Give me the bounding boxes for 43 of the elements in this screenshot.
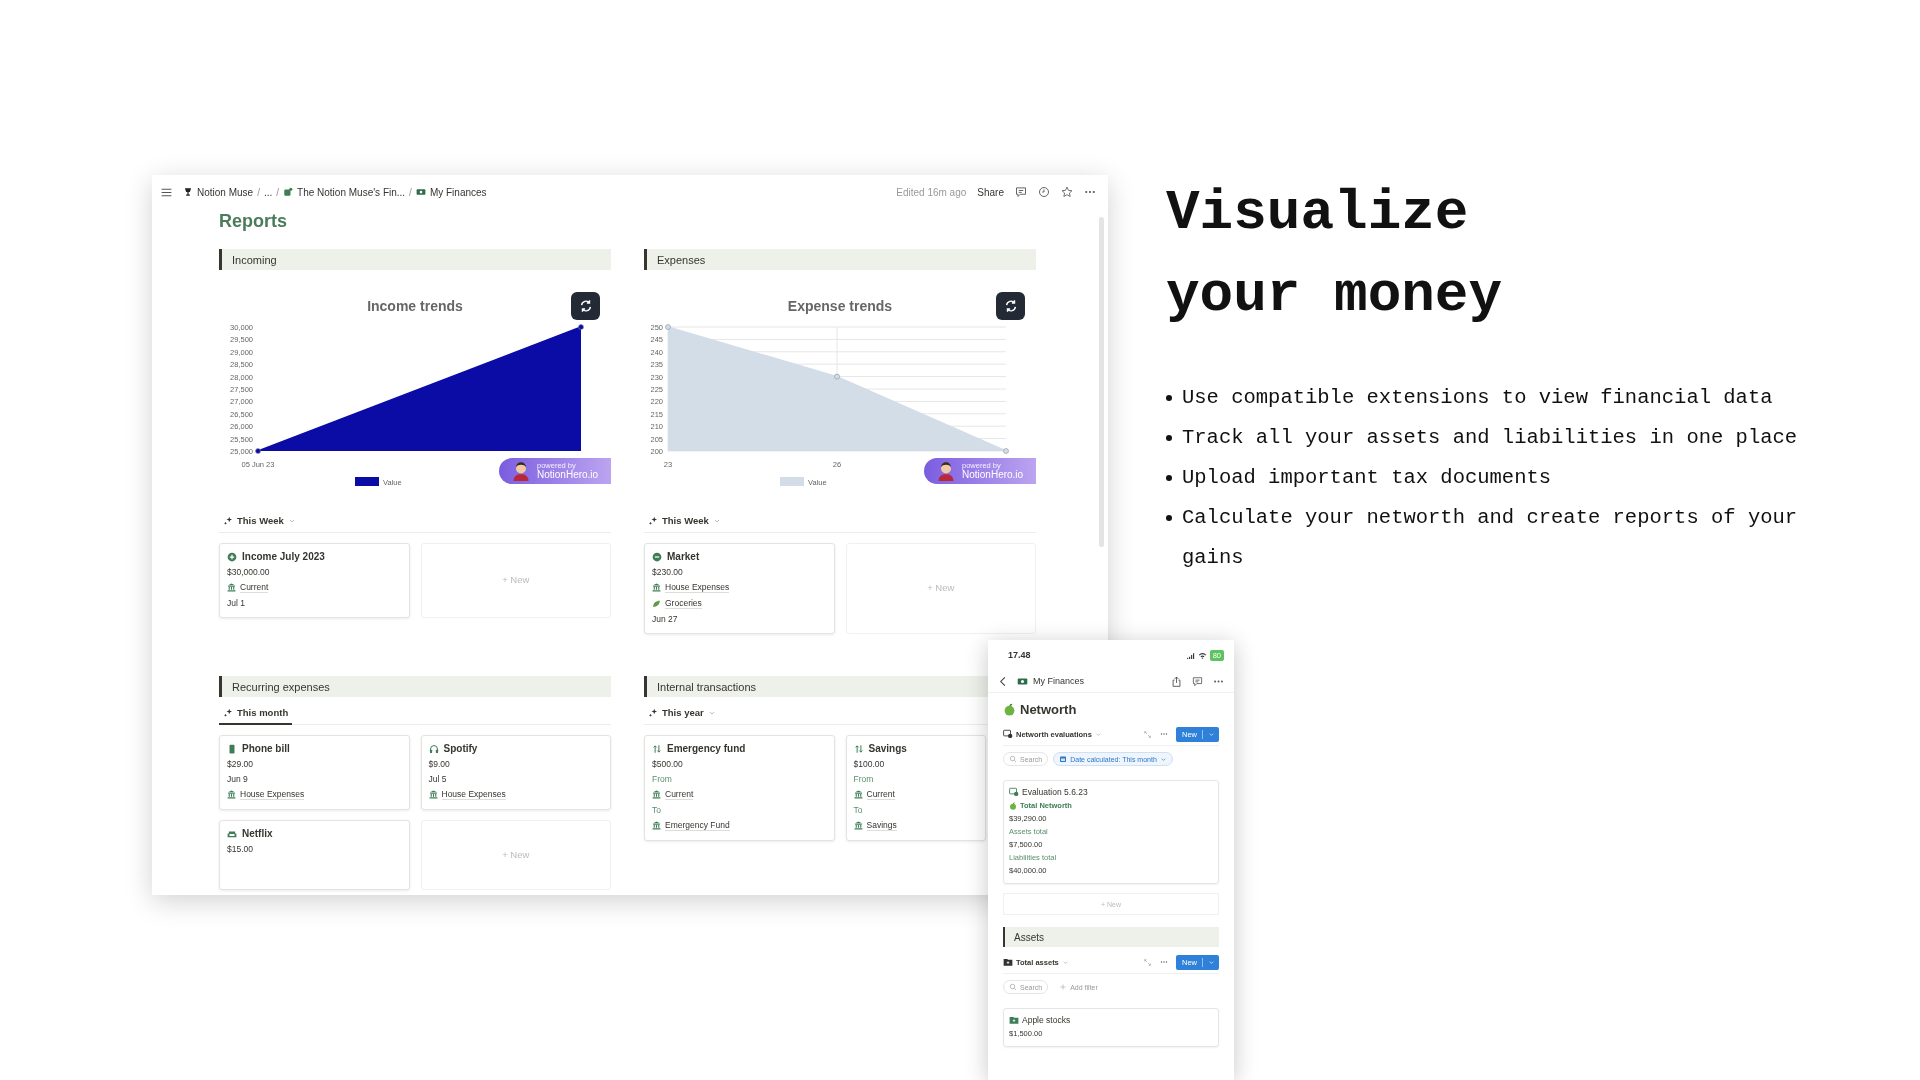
card-value: $15.00	[227, 844, 253, 854]
field-label: From	[853, 774, 874, 784]
page-title: Reports	[219, 211, 288, 232]
section-heading: Recurring expenses	[219, 676, 611, 697]
card-value: $100.00	[853, 759, 885, 769]
bullet-text: Use compatible extensions to view financial data	[1182, 385, 1774, 411]
breadcrumb-separator: /	[409, 186, 412, 198]
chart-title: Income trends	[367, 298, 463, 314]
card-title: Apple stocks	[1009, 1015, 1071, 1025]
card-title: Spotify	[428, 743, 478, 754]
field-label: To	[652, 805, 661, 815]
bullet-text: Upload important tax documents	[1182, 465, 1553, 491]
section-heading: Assets	[1003, 927, 1219, 947]
card-value: $9.00	[428, 759, 450, 769]
field-label: To	[853, 805, 863, 815]
card-value: $500.00	[652, 759, 683, 769]
card-value: Jul 1	[227, 598, 245, 608]
card-title: Emergency fund	[652, 743, 746, 754]
card-title: Evaluation 5.6.23	[1009, 787, 1088, 797]
card-value: Jul 5	[428, 774, 447, 784]
card-value: $29.00	[227, 759, 253, 769]
card-value: $30,000.00	[227, 567, 270, 577]
edited-time: Edited 16m ago	[896, 186, 967, 198]
chart-title: Expense trends	[787, 298, 893, 314]
page-title: Networth	[1003, 702, 1219, 717]
card-value: Jun 27	[652, 614, 678, 624]
card-title: Netflix	[227, 828, 273, 839]
headline: your money	[1166, 262, 1504, 329]
status-time: 17.48	[1008, 650, 1031, 660]
card-title: Market	[652, 551, 700, 562]
headline: Visualize	[1166, 180, 1470, 247]
section-heading: Incoming	[219, 249, 611, 270]
bullet-text: Calculate your networth and create reports of your gains	[1182, 505, 1799, 571]
card-title: Income July 2023	[227, 551, 325, 562]
field-label: From	[652, 774, 672, 784]
card-value: Jun 9	[227, 774, 248, 784]
breadcrumb-separator: /	[257, 186, 260, 198]
card-title: Savings	[853, 743, 907, 754]
breadcrumb-separator: /	[276, 186, 280, 198]
card-value: $230.00	[652, 567, 683, 577]
bullet-text: Track all your assets and liabilities in one place	[1182, 425, 1799, 451]
section-heading: Expenses	[644, 249, 1036, 270]
card-title: Phone bill	[227, 743, 290, 754]
